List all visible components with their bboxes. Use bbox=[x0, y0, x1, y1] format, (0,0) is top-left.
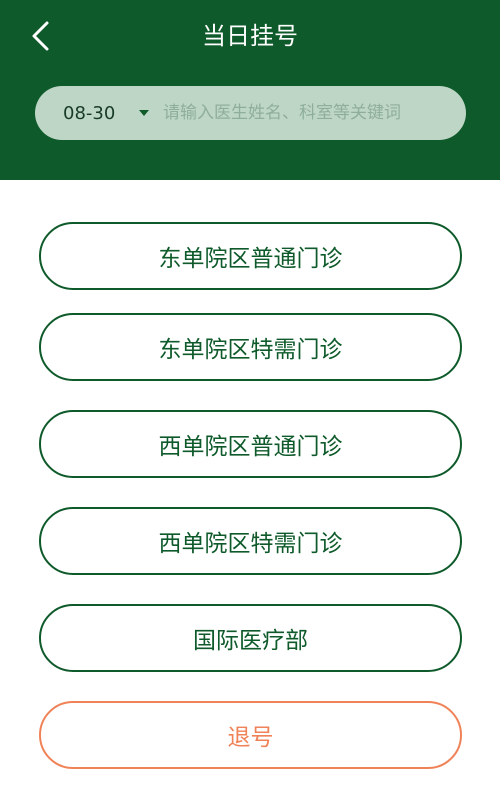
caret-down-icon[interactable] bbox=[139, 110, 149, 116]
date-selector[interactable]: 08-30 bbox=[63, 103, 121, 124]
dept-button-xidan-special[interactable]: 西单院区特需门诊 bbox=[39, 507, 462, 575]
search-input[interactable] bbox=[163, 93, 443, 133]
cancel-registration-button[interactable]: 退号 bbox=[39, 701, 462, 769]
dept-button-dongdan-general[interactable]: 东单院区普通门诊 bbox=[39, 222, 462, 290]
search-bar: 08-30 bbox=[35, 86, 466, 140]
dept-button-dongdan-special[interactable]: 东单院区特需门诊 bbox=[39, 313, 462, 381]
dept-button-xidan-general[interactable]: 西单院区普通门诊 bbox=[39, 410, 462, 478]
header-bar: 当日挂号 08-30 bbox=[0, 0, 500, 180]
page-title: 当日挂号 bbox=[202, 22, 298, 50]
dept-button-international[interactable]: 国际医疗部 bbox=[39, 604, 462, 672]
